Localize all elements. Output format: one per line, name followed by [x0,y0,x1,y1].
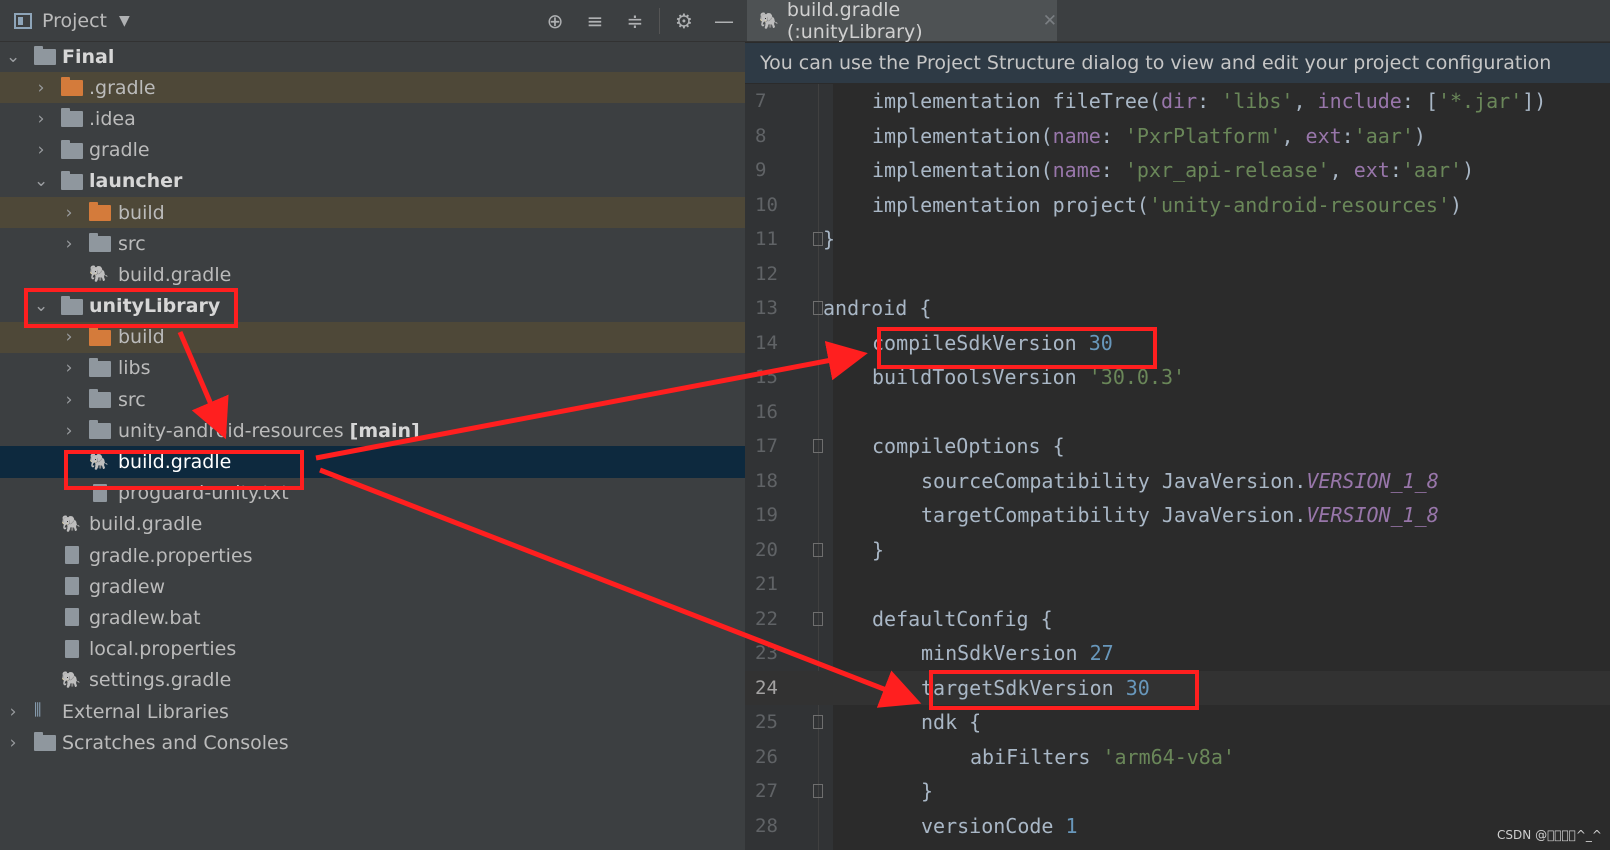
arrow-to-build-gradle [177,331,229,440]
annotation-arrows [177,331,922,708]
arrow-to-compilesdk [315,340,868,461]
arrow-to-targetsdk [319,467,922,708]
watermark: CSDN @    ^_^ [1497,828,1602,842]
